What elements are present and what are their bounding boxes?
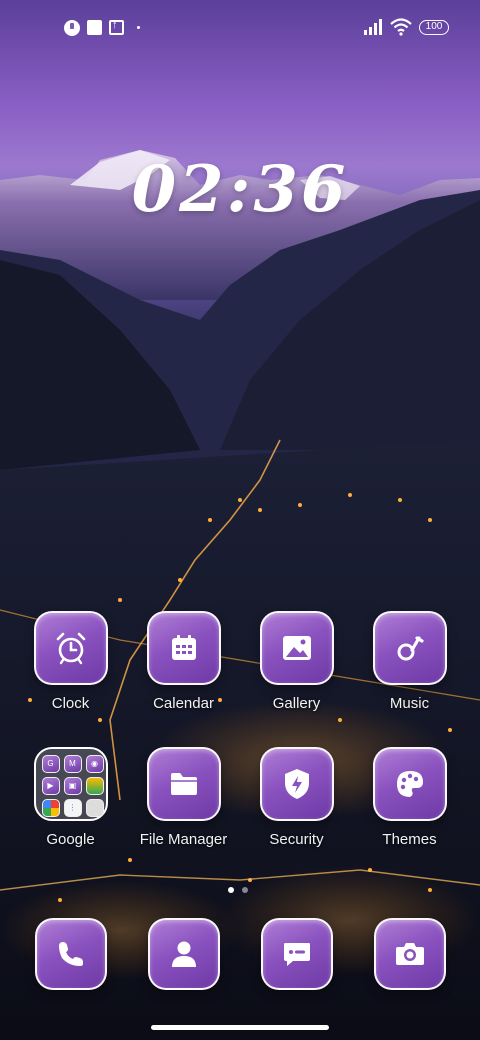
drive-mini-icon <box>85 777 104 795</box>
dock-contacts[interactable] <box>127 918 240 990</box>
square-notification-icon <box>87 20 102 35</box>
message-icon[interactable] <box>260 918 333 990</box>
clock-widget[interactable]: 02:36 <box>0 152 480 227</box>
app-music[interactable]: Music <box>353 611 466 712</box>
app-label: Gallery <box>272 695 321 712</box>
shield-icon[interactable] <box>259 747 334 821</box>
phone-icon[interactable] <box>34 918 107 990</box>
dock-messages[interactable] <box>240 918 353 990</box>
page-dot <box>242 887 249 893</box>
image-icon[interactable] <box>259 611 334 685</box>
app-label: Music <box>389 695 430 712</box>
photos-mini-icon <box>41 799 60 817</box>
app-security[interactable]: Security <box>240 747 353 848</box>
app-gallery[interactable]: Gallery <box>240 611 353 712</box>
page-indicator <box>226 880 250 898</box>
gmail-mini-icon: G <box>41 755 60 773</box>
folder-icon[interactable] <box>146 747 221 821</box>
camera-icon[interactable] <box>373 918 446 990</box>
signal-icon <box>364 19 382 35</box>
youtube-mini-icon: ▶ <box>41 777 60 795</box>
app-label: Security <box>269 831 324 848</box>
dock-camera[interactable] <box>353 918 466 990</box>
app-file-manager[interactable]: File Manager <box>127 747 240 848</box>
contacts-icon[interactable] <box>147 918 220 990</box>
mail-mini-icon: M <box>63 755 82 773</box>
battery-icon: 100 <box>419 20 449 35</box>
folder-icon[interactable]: G M ◉ ▶ ▣ ⋮ <box>33 747 108 821</box>
app-label: Themes <box>382 831 437 848</box>
status-bar: 100 <box>0 0 480 56</box>
more-dot-icon <box>137 26 140 29</box>
maps-mini-icon: ◉ <box>85 755 104 773</box>
app-label: Clock <box>51 695 90 712</box>
page-dot-active <box>228 887 234 893</box>
home-gesture-bar[interactable] <box>151 1025 329 1030</box>
app-calendar[interactable]: Calendar <box>127 611 240 712</box>
meet-mini-icon: ▣ <box>63 777 82 795</box>
folder-google[interactable]: G M ◉ ▶ ▣ ⋮ Google <box>14 747 127 848</box>
calendar-icon[interactable] <box>146 611 221 685</box>
podcasts-mini-icon: ⋮ <box>63 799 82 817</box>
app-notification-icon <box>64 20 80 36</box>
music-note-icon[interactable] <box>372 611 447 685</box>
upload-notification-icon <box>109 19 124 35</box>
dock-phone[interactable] <box>14 918 127 990</box>
app-label: Google <box>46 831 95 848</box>
app-clock[interactable]: Clock <box>14 611 127 712</box>
wifi-icon <box>390 18 412 36</box>
alarm-clock-icon[interactable] <box>33 611 108 685</box>
app-label: File Manager <box>139 831 228 848</box>
app-themes[interactable]: Themes <box>353 747 466 848</box>
palette-icon[interactable] <box>372 747 447 821</box>
app-label: Calendar <box>153 695 214 712</box>
play-mini-icon <box>85 799 104 817</box>
